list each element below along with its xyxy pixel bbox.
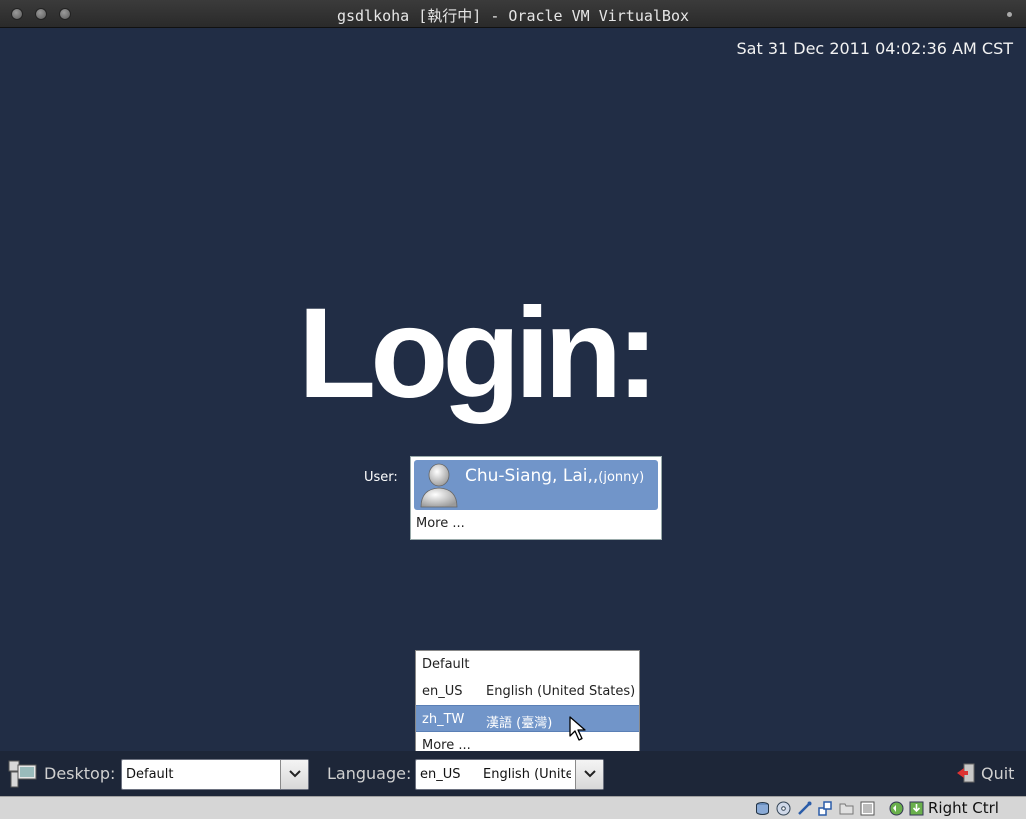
language-option-zh-tw[interactable]: zh_TW 漢語 (臺灣): [416, 705, 639, 732]
vbox-statusbar: Right Ctrl: [0, 796, 1026, 819]
window-titlebar: gsdlkoha [執行中] - Oracle VM VirtualBox: [0, 0, 1026, 28]
optical-disk-icon[interactable]: [776, 801, 791, 816]
clock: Sat 31 Dec 2011 04:02:36 AM CST: [736, 39, 1014, 58]
vm-screen[interactable]: Sat 31 Dec 2011 04:02:36 AM CST Login: U…: [0, 28, 1026, 796]
user-list: Chu-Siang, Lai,,(jonny) More ...: [410, 456, 662, 540]
hard-disk-icon[interactable]: [755, 801, 770, 816]
language-select[interactable]: en_US English (Unite: [415, 759, 604, 790]
mouse-integration-icon[interactable]: [889, 801, 904, 816]
desktop-session-icon: [8, 760, 37, 788]
language-option-name: English (United States): [486, 684, 636, 699]
language-dropdown-list: Default en_US English (United States) zh…: [415, 650, 640, 758]
user-fullname: Chu-Siang, Lai,,: [465, 466, 599, 486]
quit-button[interactable]: Quit: [981, 764, 1014, 783]
quit-icon[interactable]: [956, 763, 976, 783]
bottom-panel: Desktop: Default Language: en_US English…: [0, 751, 1026, 796]
keyboard-capture-icon[interactable]: [909, 801, 924, 816]
chevron-down-icon: [584, 770, 596, 778]
user-label: User:: [364, 470, 398, 485]
user-more-item[interactable]: More ...: [416, 516, 465, 531]
language-option-code: zh_TW: [422, 712, 465, 727]
language-option-en-us[interactable]: en_US English (United States): [416, 678, 639, 705]
language-select-button[interactable]: [575, 760, 603, 789]
host-key-label: Right Ctrl: [928, 799, 999, 817]
desktop-select-button[interactable]: [280, 760, 308, 789]
user-list-item[interactable]: Chu-Siang, Lai,,(jonny): [414, 460, 658, 510]
display-icon[interactable]: [860, 801, 875, 816]
network-icon[interactable]: [818, 801, 833, 816]
user-avatar-icon: [420, 463, 458, 508]
usb-icon[interactable]: [797, 801, 812, 816]
language-option-code: Default: [422, 657, 470, 672]
shared-folder-icon[interactable]: [839, 801, 854, 816]
desktop-label: Desktop:: [44, 764, 116, 783]
language-option-code: en_US: [422, 684, 463, 699]
desktop-select-value: Default: [126, 767, 174, 782]
language-option-name: 漢語 (臺灣): [486, 716, 553, 731]
mouse-pointer-icon: [569, 716, 586, 741]
language-option-default[interactable]: Default: [416, 651, 639, 678]
window-title: gsdlkoha [執行中] - Oracle VM VirtualBox: [336, 7, 690, 25]
language-select-code: en_US: [420, 767, 461, 782]
chevron-down-icon: [289, 770, 301, 778]
user-username: (jonny): [598, 470, 645, 485]
language-select-name: English (Unite: [483, 767, 571, 782]
desktop-select[interactable]: Default: [121, 759, 309, 790]
window-menu-dot-icon[interactable]: [1007, 12, 1012, 17]
language-label: Language:: [327, 764, 412, 783]
login-title: Login:: [298, 282, 659, 425]
user-name: Chu-Siang, Lai,,(jonny): [465, 466, 644, 486]
